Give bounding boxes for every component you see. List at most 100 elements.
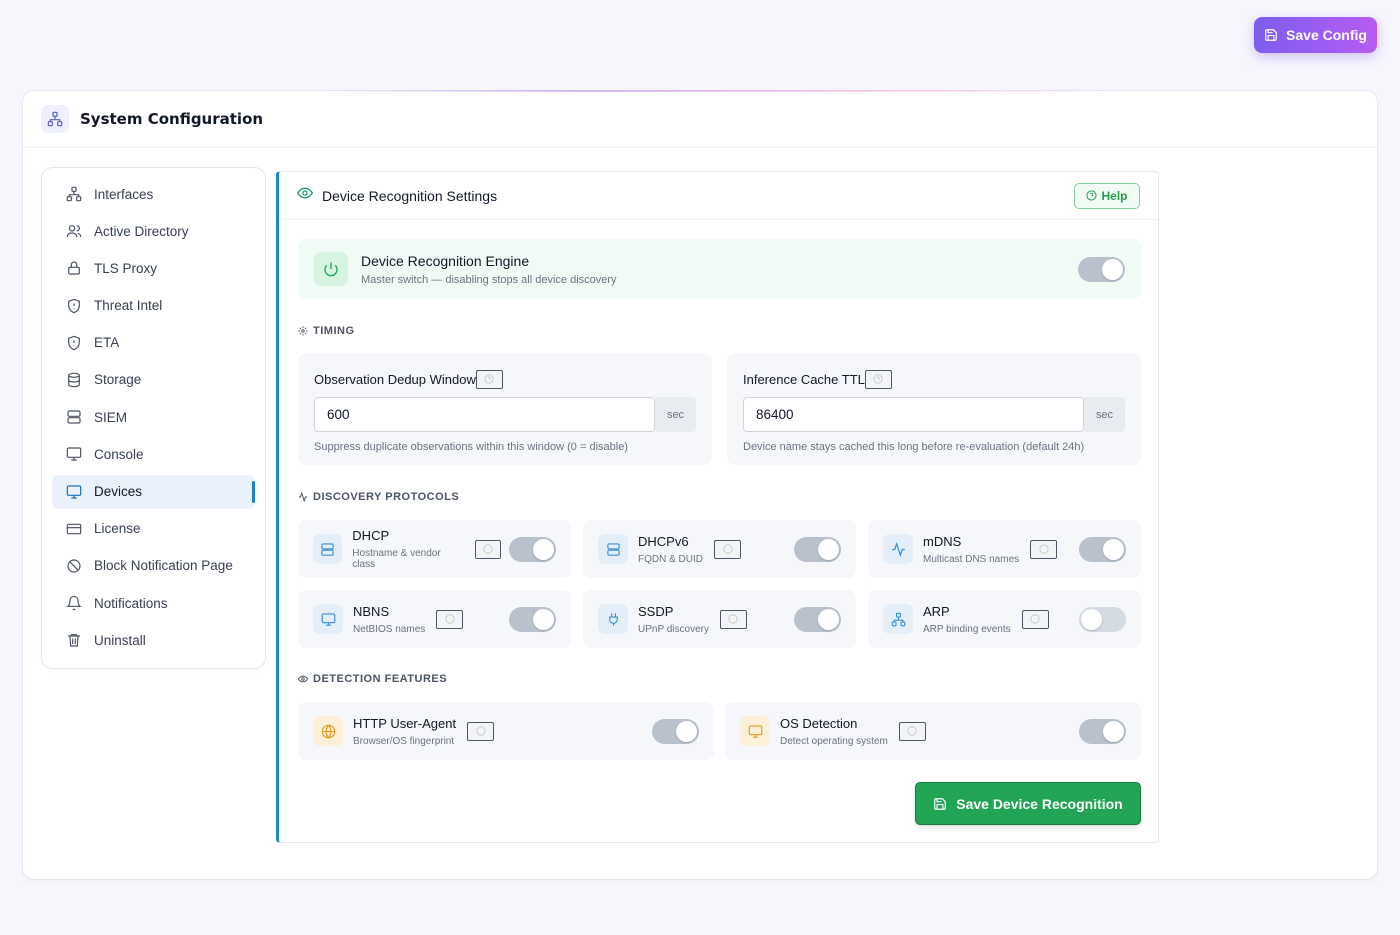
trash-icon (66, 632, 82, 648)
network-icon (66, 186, 82, 202)
sidebar-item-siem[interactable]: SIEM (52, 400, 255, 434)
help-circle-icon[interactable] (436, 609, 464, 629)
help-button[interactable]: Help (1074, 182, 1140, 209)
feature-sub: Browser/OS fingerprint (353, 735, 455, 747)
power-icon (314, 252, 348, 286)
sidebar-item-block-notification-page[interactable]: Block Notification Page (52, 549, 255, 583)
dedup-window-box: Observation Dedup Window sec Suppress du… (298, 353, 712, 465)
sidebar-item-threat-intel[interactable]: Threat Intel (52, 289, 255, 323)
users-icon (66, 223, 82, 239)
block-icon (66, 558, 82, 574)
protocol-sub: Multicast DNS names (923, 553, 1020, 565)
panel-header: Device Recognition Settings Help (279, 172, 1158, 220)
plug-icon (598, 604, 628, 634)
activity-icon (883, 534, 913, 564)
engine-title: Device Recognition Engine (361, 252, 530, 269)
discovery-label-text: DISCOVERY PROTOCOLS (313, 491, 460, 503)
sidebar-item-label: Interfaces (94, 186, 154, 202)
save-icon (934, 797, 947, 810)
help-circle-icon[interactable] (864, 369, 892, 389)
config-card: System Configuration Interfaces Active D… (22, 90, 1378, 880)
help-circle-icon[interactable] (1021, 609, 1049, 629)
cache-ttl-input[interactable] (743, 397, 1084, 432)
help-circle-icon[interactable] (719, 609, 747, 629)
monitor-icon (66, 484, 82, 500)
protocol-sub: FQDN & DUID (638, 553, 703, 565)
sidebar-item-license[interactable]: License (52, 512, 255, 546)
shield-icon (66, 335, 82, 351)
dhcpv6-toggle[interactable] (794, 536, 841, 562)
help-circle-icon[interactable] (467, 721, 495, 741)
save-config-button[interactable]: Save Config (1254, 17, 1377, 53)
lock-icon (66, 260, 82, 276)
discovery-section-label: DISCOVERY PROTOCOLS (298, 491, 459, 503)
help-circle-icon[interactable] (714, 539, 741, 559)
shield-icon (66, 298, 82, 314)
nbns-toggle[interactable] (509, 606, 556, 632)
sidebar-item-label: SIEM (94, 409, 128, 425)
database-icon (66, 372, 82, 388)
sidebar-item-storage[interactable]: Storage (52, 363, 255, 397)
card-top-glow (323, 90, 1123, 92)
sidebar-item-devices[interactable]: Devices (52, 474, 255, 509)
monitor-icon (66, 446, 82, 462)
page-title: System Configuration (80, 110, 264, 128)
ssdp-toggle[interactable] (794, 606, 841, 632)
protocol-name: SSDP (638, 603, 674, 619)
gear-icon (298, 326, 308, 336)
sidebar-item-notifications[interactable]: Notifications (52, 586, 255, 620)
engine-toggle[interactable] (1078, 256, 1125, 282)
detection-label-text: DETECTION FEATURES (313, 673, 448, 685)
protocol-sub: UPnP discovery (638, 623, 709, 635)
network-icon (41, 105, 69, 133)
protocol-sub: NetBIOS names (353, 623, 426, 635)
arp-toggle[interactable] (1079, 606, 1126, 632)
help-circle-icon[interactable] (1030, 539, 1058, 559)
save-icon (1265, 29, 1277, 41)
sidebar-item-label: Threat Intel (94, 298, 163, 314)
eye-icon (296, 185, 314, 206)
activity-icon (298, 492, 308, 502)
protocol-mdns: mDNS Multicast DNS names (868, 520, 1141, 578)
save-device-label: Save Device Recognition (956, 795, 1123, 812)
sidebar-item-interfaces[interactable]: Interfaces (52, 177, 255, 211)
protocol-name: ARP (923, 603, 950, 619)
sidebar-item-label: TLS Proxy (94, 260, 158, 276)
sidebar-item-tls-proxy[interactable]: TLS Proxy (52, 251, 255, 285)
help-circle-icon[interactable] (898, 721, 926, 741)
help-label: Help (1101, 188, 1128, 203)
sidebar-item-label: Block Notification Page (94, 558, 233, 574)
dhcp-toggle[interactable] (509, 536, 556, 562)
http-user-agent-toggle[interactable] (652, 718, 699, 744)
monitor-icon (740, 716, 770, 746)
protocol-name: NBNS (353, 603, 390, 619)
help-circle-icon[interactable] (474, 539, 501, 559)
dedup-help-text: Suppress duplicate observations within t… (314, 441, 628, 453)
sidebar-item-label: Uninstall (94, 632, 146, 648)
unit-label: sec (655, 397, 696, 432)
sidebar-item-active-directory[interactable]: Active Directory (52, 214, 255, 248)
protocol-nbns: NBNS NetBIOS names (298, 590, 571, 648)
sidebar-item-uninstall[interactable]: Uninstall (52, 623, 255, 657)
dedup-window-input[interactable] (314, 397, 655, 432)
sidebar-item-eta[interactable]: ETA (52, 326, 255, 360)
network-icon (883, 604, 913, 634)
mdns-toggle[interactable] (1079, 536, 1126, 562)
cache-ttl-label: Inference Cache TTL (743, 371, 865, 387)
engine-subtitle: Master switch — disabling stops all devi… (361, 273, 617, 286)
protocol-sub: ARP binding events (923, 623, 1011, 635)
os-detection-toggle[interactable] (1079, 718, 1126, 744)
monitor-icon (313, 604, 343, 634)
save-device-recognition-button[interactable]: Save Device Recognition (915, 782, 1141, 825)
card-icon (66, 521, 82, 537)
feature-name: OS Detection (780, 715, 858, 731)
server-icon (313, 534, 343, 564)
feature-http-user-agent: HTTP User-Agent Browser/OS fingerprint (298, 702, 714, 760)
card-header: System Configuration (23, 91, 1377, 148)
protocol-arp: ARP ARP binding events (868, 590, 1141, 648)
protocol-ssdp: SSDP UPnP discovery (583, 590, 856, 648)
help-circle-icon[interactable] (475, 369, 503, 389)
dedup-label: Observation Dedup Window (314, 371, 476, 387)
sidebar-item-console[interactable]: Console (52, 437, 255, 471)
engine-card: Device Recognition Engine Master switch … (298, 239, 1141, 299)
